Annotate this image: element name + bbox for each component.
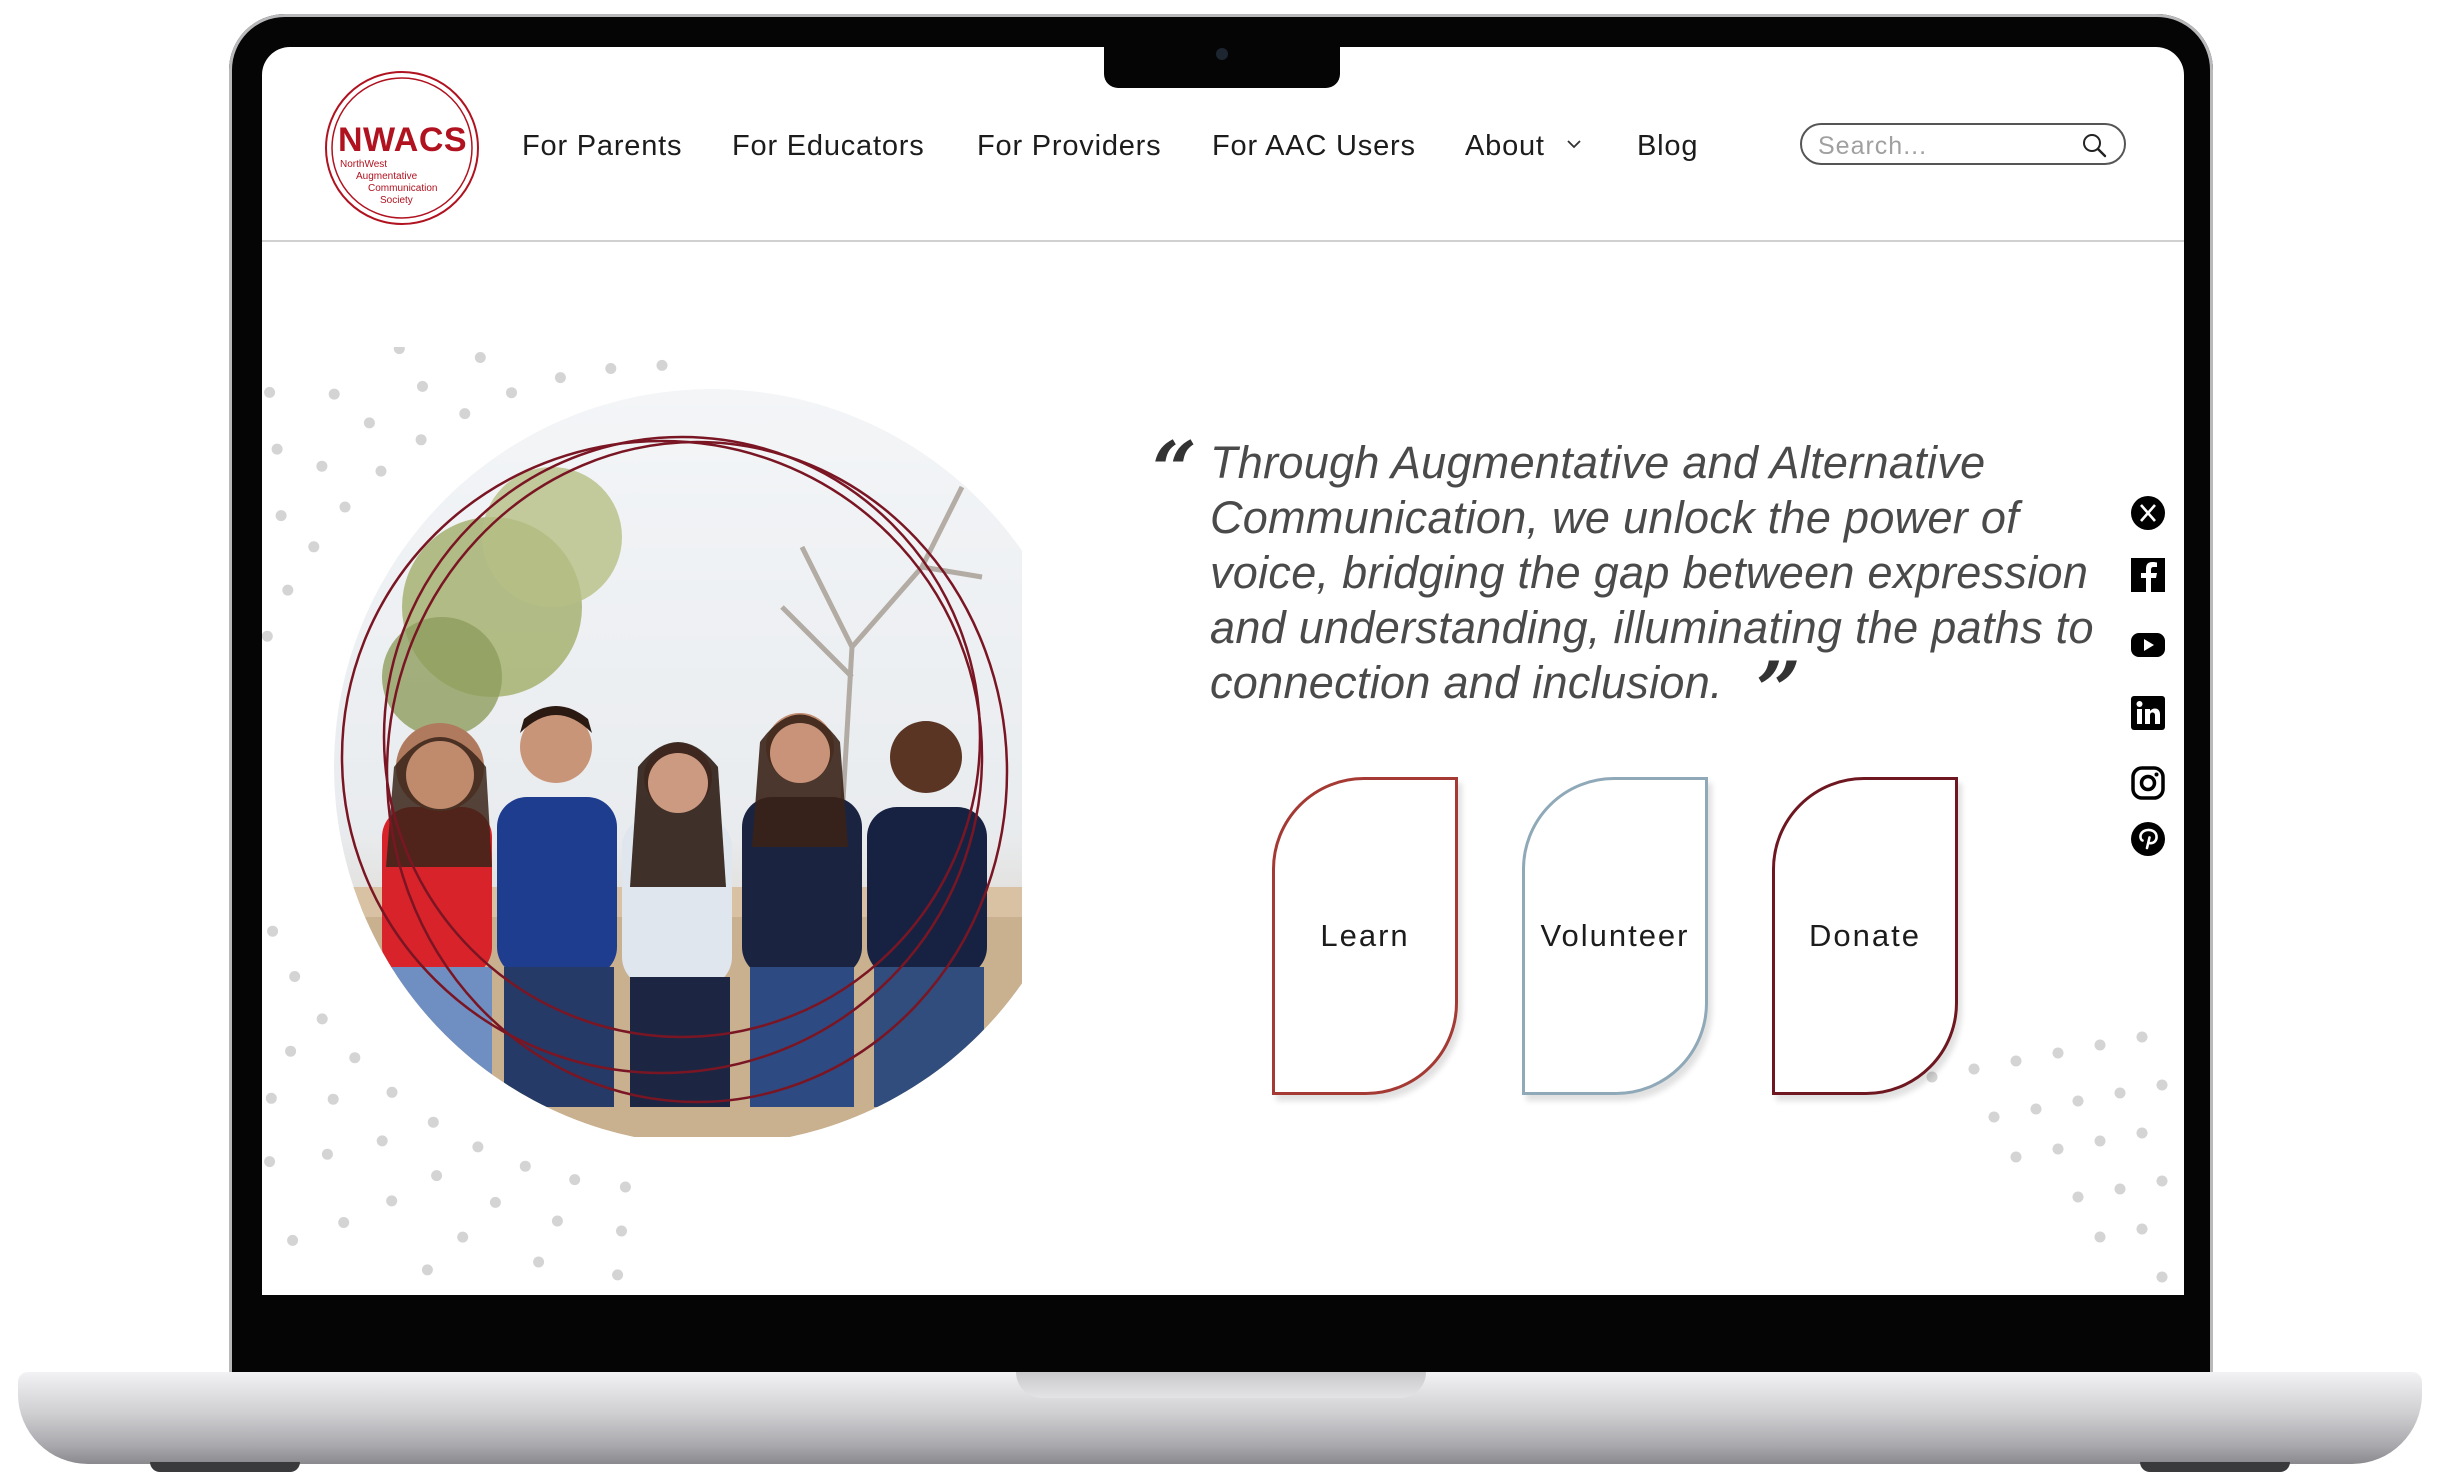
hero-group-photo [334,389,1022,1137]
donate-button[interactable]: Donate [1772,777,1958,1095]
quote-open-mark: “ [1152,425,1197,516]
search-input[interactable] [1816,129,2070,163]
volunteer-button[interactable]: Volunteer [1522,777,1708,1095]
laptop-foot [2140,1462,2290,1472]
nav-for-parents[interactable]: For Parents [522,130,682,163]
logo-subtitle-line: Communication [368,183,438,194]
camera-icon [1216,48,1228,60]
youtube-icon[interactable] [2130,627,2166,663]
nav-blog[interactable]: Blog [1637,130,1698,163]
laptop-foot [150,1462,300,1472]
linkedin-icon[interactable] [2130,695,2166,731]
camera-notch [1104,34,1340,88]
laptop-hinge [1016,1372,1426,1398]
nav-for-educators[interactable]: For Educators [732,130,925,163]
chevron-down-icon[interactable] [1565,135,1583,153]
nav-for-providers[interactable]: For Providers [977,130,1161,163]
facebook-icon[interactable] [2130,557,2166,593]
learn-button[interactable]: Learn [1272,777,1458,1095]
logo-title: NWACS [338,121,468,159]
logo-subtitle-line: NorthWest [340,159,388,170]
quote-close-mark: ” [1756,645,1801,736]
nav-about[interactable]: About [1465,130,1545,163]
logo-subtitle-line: Augmentative [356,171,418,182]
website-screen: NWACS NorthWest Augmentative Communicati… [262,47,2184,1295]
logo-subtitle-line: Society [380,195,413,206]
header-divider [262,240,2184,242]
nav-for-aac-users[interactable]: For AAC Users [1212,130,1416,163]
search-box [1800,123,2126,165]
mission-quote: Through Augmentative and Alternative Com… [1210,437,2094,708]
instagram-icon[interactable] [2130,765,2166,801]
pinterest-icon[interactable] [2130,821,2166,857]
search-icon[interactable] [2080,131,2108,159]
x-icon[interactable] [2130,495,2166,531]
